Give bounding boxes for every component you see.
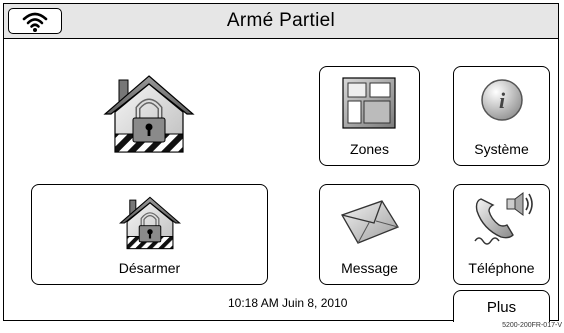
house-lock-icon bbox=[119, 196, 181, 250]
svg-text:i: i bbox=[499, 88, 506, 113]
keypad-screen: Armé Partiel Zones i Système Désarmer Me… bbox=[3, 3, 559, 322]
system-button[interactable]: i Système bbox=[453, 66, 550, 166]
armed-house-lock-icon bbox=[103, 75, 195, 153]
more-label: Plus bbox=[486, 299, 517, 316]
telephone-label: Téléphone bbox=[468, 260, 535, 276]
info-icon: i bbox=[481, 79, 523, 121]
date-time: 10:18 AM Juin 8, 2010 bbox=[228, 296, 348, 310]
system-label: Système bbox=[474, 141, 529, 157]
disarm-label: Désarmer bbox=[118, 260, 181, 276]
message-label: Message bbox=[341, 260, 398, 276]
arm-status-title: Armé Partiel bbox=[226, 10, 336, 31]
envelope-icon bbox=[341, 200, 399, 244]
message-button[interactable]: Message bbox=[319, 184, 420, 285]
document-code: 5200-200FR-017-V bbox=[502, 322, 562, 329]
title-bar: Armé Partiel bbox=[4, 4, 558, 39]
zones-label: Zones bbox=[350, 141, 389, 157]
disarm-button[interactable]: Désarmer bbox=[31, 184, 268, 285]
zones-grid-icon bbox=[342, 77, 396, 129]
more-button[interactable]: Plus bbox=[453, 290, 550, 322]
phone-icon bbox=[474, 192, 533, 245]
wifi-button[interactable] bbox=[8, 8, 62, 34]
telephone-button[interactable]: Téléphone bbox=[453, 184, 550, 285]
zones-button[interactable]: Zones bbox=[319, 66, 420, 166]
wifi-icon bbox=[22, 12, 48, 32]
